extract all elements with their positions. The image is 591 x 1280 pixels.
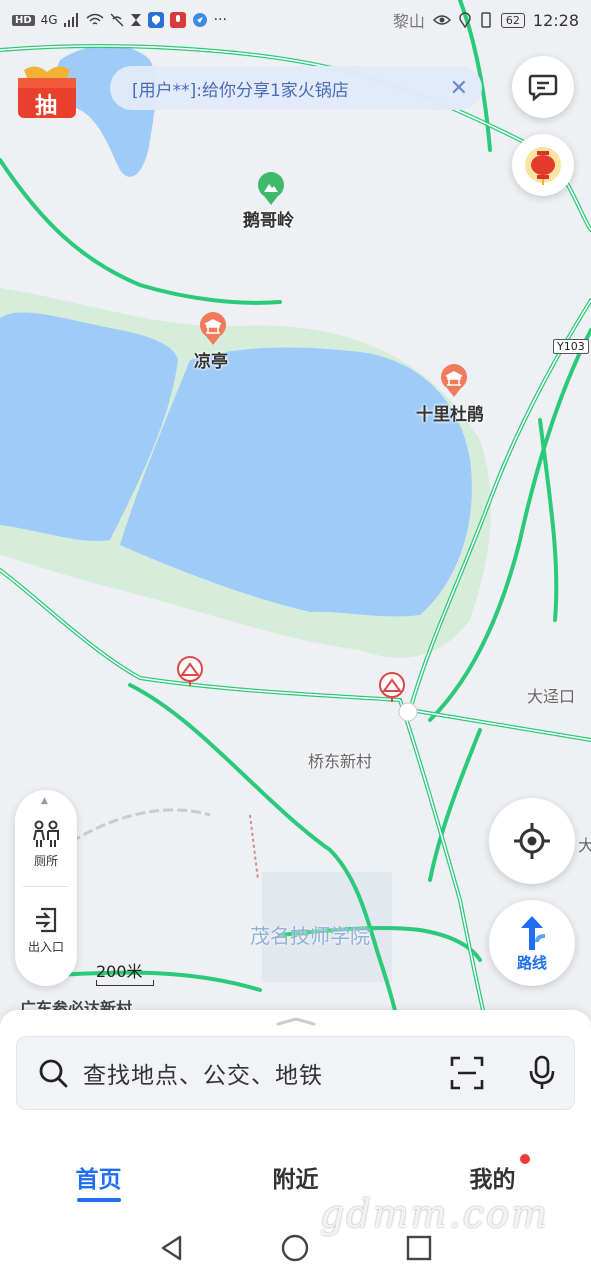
area-label-dajingkou[interactable]: 大迳口 bbox=[527, 683, 575, 707]
search-input[interactable]: 查找地点、公交、地铁 bbox=[16, 1036, 575, 1110]
map-canvas[interactable] bbox=[0, 0, 591, 1040]
banner-text: [用户**]:给你分享1家火锅店 bbox=[132, 80, 349, 101]
entrance-label: 出入口 bbox=[27, 940, 64, 954]
chat-icon bbox=[528, 74, 558, 101]
status-bar: HD 4G ··· 黎山 62 12:28 bbox=[0, 0, 591, 40]
poi-marker-pavilion-1[interactable] bbox=[198, 312, 228, 350]
watermark: gdmm.com bbox=[320, 1192, 549, 1236]
tool-panel: ▲ 厕所 出入口 bbox=[15, 790, 77, 986]
tab-home-label: 首页 bbox=[75, 1167, 122, 1193]
poi-label-pavilion-1[interactable]: 凉亭 bbox=[194, 347, 228, 372]
poi-marker-mountain[interactable] bbox=[256, 172, 286, 210]
search-placeholder: 查找地点、公交、地铁 bbox=[83, 1063, 323, 1089]
area-label-village[interactable]: 桥东新村 bbox=[308, 748, 372, 772]
bottom-sheet[interactable]: 查找地点、公交、地铁 bbox=[0, 1010, 591, 1134]
entrance-button[interactable]: 出入口 bbox=[15, 906, 77, 955]
collapse-arrow-icon[interactable]: ▲ bbox=[41, 796, 48, 806]
scan-icon[interactable] bbox=[450, 1056, 484, 1090]
poi-label-pavilion-2[interactable]: 十里杜鹃 bbox=[416, 400, 484, 425]
toilet-label: 厕所 bbox=[33, 854, 58, 868]
signal-icon bbox=[63, 13, 78, 27]
close-icon[interactable]: ✕ bbox=[450, 76, 468, 101]
mic-app-icon bbox=[169, 12, 186, 28]
tab-mine-label: 我的 bbox=[469, 1167, 516, 1193]
scale-label: 200米 bbox=[96, 962, 143, 981]
road-shield: Y103 bbox=[553, 339, 589, 354]
notification-dot bbox=[520, 1154, 530, 1164]
home-icon[interactable] bbox=[281, 1234, 309, 1262]
locate-button[interactable] bbox=[489, 798, 575, 884]
toilet-button[interactable]: 厕所 bbox=[15, 820, 77, 869]
festival-button[interactable] bbox=[512, 134, 574, 196]
more-icon: ··· bbox=[213, 12, 227, 28]
map-app-icon bbox=[192, 13, 207, 27]
pavilion-icon bbox=[441, 364, 467, 397]
entrance-icon bbox=[36, 907, 57, 933]
route-button[interactable]: 路线 bbox=[489, 900, 575, 986]
construction-icon bbox=[378, 672, 406, 706]
lottery-button[interactable]: 抽 bbox=[16, 62, 78, 120]
vibrate-icon bbox=[481, 12, 491, 28]
lantern-icon bbox=[525, 147, 561, 185]
poi-marker-pavilion-2[interactable] bbox=[439, 364, 469, 402]
network-type: 4G bbox=[40, 13, 58, 27]
area-label-edge[interactable]: 大 bbox=[578, 832, 591, 856]
tab-nearby-label: 附近 bbox=[272, 1167, 319, 1193]
area-label-college[interactable]: 茂名技师学院 bbox=[250, 920, 370, 949]
message-button[interactable] bbox=[512, 56, 574, 118]
location-icon bbox=[459, 12, 471, 28]
shield-app-icon bbox=[147, 12, 164, 28]
battery-level: 62 bbox=[500, 12, 525, 28]
search-icon bbox=[39, 1059, 68, 1088]
toilet-icon bbox=[33, 820, 59, 847]
construction-icon bbox=[176, 656, 204, 690]
crosshair-icon bbox=[514, 823, 550, 859]
divider bbox=[23, 886, 69, 887]
mountain-icon bbox=[258, 172, 284, 205]
back-icon[interactable] bbox=[158, 1234, 186, 1262]
hourglass-icon bbox=[130, 14, 141, 26]
hd-badge: HD bbox=[12, 14, 35, 26]
sheet-handle-icon[interactable] bbox=[274, 1016, 318, 1026]
clock: 12:28 bbox=[532, 10, 579, 30]
route-arrow-icon bbox=[521, 915, 546, 950]
microphone-icon[interactable] bbox=[528, 1055, 556, 1091]
lottery-label: 抽 bbox=[35, 94, 58, 119]
route-label: 路线 bbox=[516, 953, 547, 972]
poi-label-mountain[interactable]: 鹅哥岭 bbox=[243, 206, 294, 231]
tab-home[interactable]: 首页 bbox=[0, 1134, 197, 1216]
scale-bar: 200米 bbox=[96, 958, 154, 986]
recents-icon[interactable] bbox=[405, 1234, 433, 1262]
wifi-icon bbox=[86, 13, 104, 25]
carrier-text: 黎山 bbox=[392, 12, 425, 31]
mute-icon bbox=[110, 13, 124, 27]
pavilion-icon bbox=[200, 312, 226, 345]
eye-icon bbox=[432, 15, 451, 25]
share-banner[interactable]: [用户**]:给你分享1家火锅店 ✕ bbox=[110, 66, 482, 110]
